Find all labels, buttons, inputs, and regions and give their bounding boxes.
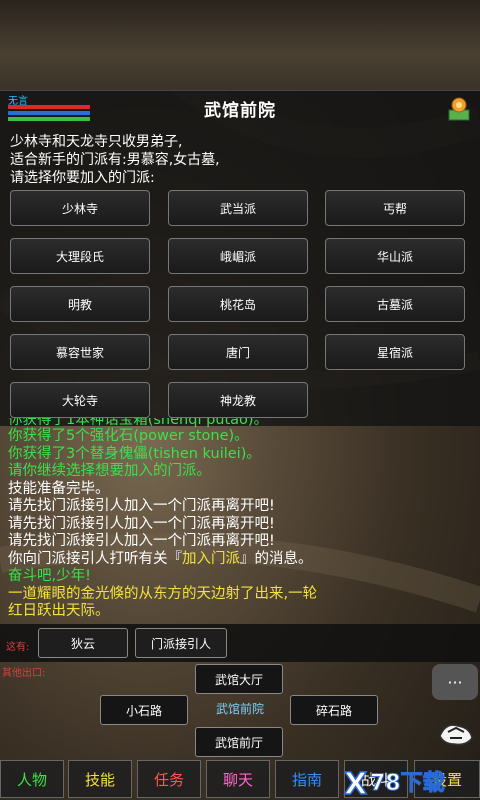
message-log: 你获得了1本神话宝箱(shenqi putao)。 你获得了5个强化石(powe… bbox=[8, 418, 473, 621]
tab-skills[interactable]: 技能 bbox=[68, 760, 132, 798]
log-link[interactable]: 加入门派 bbox=[182, 551, 240, 567]
background-strip bbox=[0, 0, 480, 90]
tab-chat[interactable]: 聊天 bbox=[206, 760, 270, 798]
exit-east[interactable]: 碎石路 bbox=[290, 695, 378, 725]
sect-button-gaibang[interactable]: 丐帮 bbox=[325, 190, 465, 226]
log-line: 奋斗吧,少年! bbox=[8, 568, 91, 584]
room-title: 武馆前院 bbox=[204, 101, 276, 121]
sect-button-dali[interactable]: 大理段氏 bbox=[10, 238, 150, 274]
sect-button-shaolin[interactable]: 少林寺 bbox=[10, 190, 150, 226]
svg-text:X: X bbox=[344, 767, 367, 800]
log-line: 技能准备完毕。 bbox=[8, 480, 110, 497]
log-line: 请先找门派接引人加入一个门派再离开吧! bbox=[8, 515, 275, 532]
here-label: 这有: bbox=[6, 642, 30, 653]
tab-guide[interactable]: 指南 bbox=[275, 760, 339, 798]
tab-character[interactable]: 人物 bbox=[0, 760, 64, 798]
sect-button-dalun[interactable]: 大轮寺 bbox=[10, 382, 150, 418]
exits-label: 其他出口: bbox=[2, 668, 46, 679]
sect-button-murong[interactable]: 慕容世家 bbox=[10, 334, 150, 370]
log-line: 你向门派接引人打听有关『加入门派』的消息。 bbox=[8, 550, 313, 567]
back-icon[interactable] bbox=[436, 718, 476, 748]
sect-button-taohua[interactable]: 桃花岛 bbox=[168, 286, 308, 322]
sect-button-emei[interactable]: 峨嵋派 bbox=[168, 238, 308, 274]
svg-text:78下载: 78下载 bbox=[370, 770, 445, 796]
npc-button-diyun[interactable]: 狄云 bbox=[38, 628, 128, 658]
exit-north[interactable]: 武馆大厅 bbox=[195, 664, 283, 694]
sect-button-tangmen[interactable]: 唐门 bbox=[168, 334, 308, 370]
log-line: 红日跃出天际。 bbox=[8, 603, 110, 619]
npc-button-sect-guide[interactable]: 门派接引人 bbox=[135, 628, 227, 658]
sect-button-wudang[interactable]: 武当派 bbox=[168, 190, 308, 226]
log-line: 你获得了3个替身傀儡(tishen kuilei)。 bbox=[8, 445, 261, 462]
log-line: 你获得了5个强化石(power stone)。 bbox=[8, 428, 249, 444]
log-line: 请你继续选择想要加入的门派。 bbox=[8, 463, 211, 479]
sect-button-xingxiu[interactable]: 星宿派 bbox=[325, 334, 465, 370]
room-description: 少林寺和天龙寺只收男弟子, 适合新手的门派有:男慕容,女古墓, 请选择你要加入的… bbox=[10, 134, 220, 186]
log-line: 一道耀眼的金光倏的从东方的天边射了出来,一轮 bbox=[8, 585, 318, 602]
log-line: 请先找门派接引人加入一个门派再离开吧! bbox=[8, 533, 275, 549]
tab-quests[interactable]: 任务 bbox=[137, 760, 201, 798]
sect-button-huashan[interactable]: 华山派 bbox=[325, 238, 465, 274]
more-button[interactable]: ··· bbox=[432, 664, 478, 700]
log-line: 请先找门派接引人加入一个门派再离开吧! bbox=[8, 498, 275, 514]
log-line: 你获得了1本神话宝箱(shenqi putao)。 bbox=[8, 418, 269, 428]
watermark-logo: X 78下载 bbox=[343, 766, 445, 800]
sect-button-mingjiao[interactable]: 明教 bbox=[10, 286, 150, 322]
map-icon[interactable] bbox=[446, 96, 472, 122]
sect-button-shenlong[interactable]: 神龙教 bbox=[168, 382, 308, 418]
exit-south[interactable]: 武馆前厅 bbox=[195, 727, 283, 757]
exit-west[interactable]: 小石路 bbox=[100, 695, 188, 725]
current-room-label: 武馆前院 bbox=[215, 702, 264, 716]
sect-button-gumu[interactable]: 古墓派 bbox=[325, 286, 465, 322]
